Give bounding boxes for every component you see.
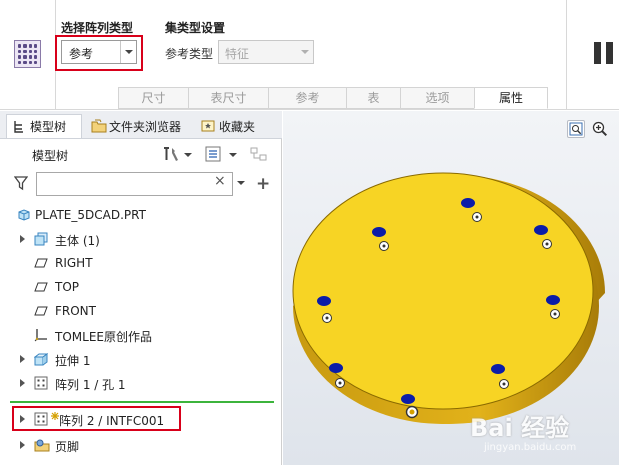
zoom-fit-icon[interactable] bbox=[567, 120, 585, 138]
datum-plane-icon bbox=[34, 256, 48, 270]
tree-item-pattern-1[interactable]: 阵列 1 / 孔 1 bbox=[0, 372, 282, 394]
tree-item-part[interactable]: PLATE_5DCAD.PRT bbox=[0, 204, 282, 226]
tab-favorites-label: 收藏夹 bbox=[219, 119, 256, 134]
tools-icon[interactable] bbox=[162, 146, 178, 162]
tree-item-extrude[interactable]: 拉伸 1 bbox=[0, 348, 282, 370]
tree-item-label: RIGHT bbox=[55, 256, 93, 270]
pattern-type-select[interactable]: 参考 bbox=[61, 40, 137, 64]
navigator-panel: 模型树 文件夹浏览器 收藏夹 模型树 × + PLATE_5DCAD.PRT 主… bbox=[0, 111, 282, 465]
tree-item-label: 主体 (1) bbox=[55, 234, 100, 248]
dashboard-tabs: 尺寸 表尺寸 参考 表 选项 属性 bbox=[118, 87, 548, 109]
footer-icon bbox=[34, 438, 50, 452]
tab-options[interactable]: 选项 bbox=[400, 87, 474, 109]
show-hide-icon[interactable] bbox=[250, 146, 267, 162]
model-tree-header: 模型树 bbox=[0, 141, 282, 167]
pattern-type-label: 选择阵列类型 bbox=[61, 21, 134, 35]
tree-item-right[interactable]: RIGHT bbox=[0, 252, 282, 274]
chevron-down-icon[interactable] bbox=[229, 146, 237, 162]
coordinate-system-icon bbox=[34, 328, 48, 342]
ref-type-select[interactable]: 特征 bbox=[218, 40, 314, 64]
insert-indicator-line[interactable] bbox=[10, 401, 274, 403]
tree-item-label: FRONT bbox=[55, 304, 96, 318]
zoom-in-icon[interactable] bbox=[591, 120, 609, 138]
tab-favorites[interactable]: 收藏夹 bbox=[196, 115, 266, 137]
filter-icon[interactable] bbox=[13, 175, 29, 191]
clear-icon[interactable]: × bbox=[214, 173, 226, 189]
tree-item-body[interactable]: 主体 (1) bbox=[0, 228, 282, 250]
set-type-label: 集类型设置 bbox=[165, 21, 226, 35]
tree-item-label: PLATE_5DCAD.PRT bbox=[35, 208, 146, 222]
tree-item-top[interactable]: TOP bbox=[0, 276, 282, 298]
watermark-logo: Bai 经验 bbox=[470, 414, 570, 442]
extrude-icon bbox=[33, 352, 49, 366]
tree-item-label: TOP bbox=[55, 280, 80, 294]
datum-plane-icon bbox=[34, 280, 48, 294]
pattern-2-highlight bbox=[12, 406, 181, 431]
tree-item-label: 页脚 bbox=[55, 440, 80, 454]
pattern-type-value: 参考 bbox=[69, 47, 94, 61]
tree-item-footer[interactable]: 页脚 bbox=[0, 434, 282, 456]
datum-plane-icon bbox=[34, 304, 48, 318]
model-tree-icon bbox=[12, 120, 26, 134]
chevron-down-icon[interactable] bbox=[120, 41, 136, 63]
ref-type-label: 参考类型 bbox=[165, 47, 214, 61]
pause-area bbox=[566, 0, 619, 110]
watermark-url: jingyan.baidu.com bbox=[484, 442, 577, 453]
tab-references[interactable]: 参考 bbox=[268, 87, 346, 109]
pattern-icon bbox=[14, 40, 41, 68]
tree-item-front[interactable]: FRONT bbox=[0, 300, 282, 322]
expand-arrow-icon[interactable] bbox=[20, 355, 25, 363]
tree-item-label: 阵列 1 / 孔 1 bbox=[55, 378, 126, 392]
tab-dimensions[interactable]: 尺寸 bbox=[118, 87, 188, 109]
tab-table[interactable]: 表 bbox=[346, 87, 400, 109]
ref-type-value: 特征 bbox=[225, 47, 250, 61]
body-icon bbox=[34, 232, 48, 246]
tab-table-dimensions[interactable]: 表尺寸 bbox=[188, 87, 268, 109]
tab-model-tree-label: 模型树 bbox=[30, 120, 67, 134]
folder-icon bbox=[91, 119, 107, 133]
expand-arrow-icon[interactable] bbox=[20, 441, 25, 449]
tab-properties[interactable]: 属性 bbox=[474, 87, 548, 109]
tab-folder-browser-label: 文件夹浏览器 bbox=[109, 119, 182, 134]
tab-model-tree[interactable]: 模型树 bbox=[6, 114, 82, 138]
chevron-down-icon[interactable] bbox=[237, 181, 245, 185]
pattern-dashboard: 选择阵列类型 集类型设置 参考 参考类型 特征 尺寸 表尺寸 参考 表 选项 属… bbox=[0, 0, 619, 110]
tree-item-label: 拉伸 1 bbox=[55, 354, 91, 368]
tree-item-label: TOMLEE原创作品 bbox=[55, 330, 152, 344]
favorites-icon bbox=[201, 119, 215, 133]
pattern-icon bbox=[34, 376, 48, 390]
tree-search-input[interactable] bbox=[36, 172, 233, 196]
part-icon bbox=[17, 208, 31, 222]
tree-item-coordinate-system[interactable]: TOMLEE原创作品 bbox=[0, 324, 282, 346]
chevron-down-icon[interactable] bbox=[184, 146, 192, 162]
navigator-tabs: 模型树 文件夹浏览器 收藏夹 bbox=[0, 111, 282, 139]
tab-folder-browser[interactable]: 文件夹浏览器 bbox=[86, 115, 194, 137]
add-icon[interactable]: + bbox=[256, 174, 270, 194]
settings-list-icon[interactable] bbox=[205, 146, 221, 162]
chevron-down-icon[interactable] bbox=[297, 41, 313, 63]
model-tree-title: 模型树 bbox=[32, 149, 69, 163]
pattern-tool-area bbox=[0, 0, 56, 110]
expand-arrow-icon[interactable] bbox=[20, 235, 25, 243]
expand-arrow-icon[interactable] bbox=[20, 379, 25, 387]
tree-filter-row: × + bbox=[0, 169, 282, 199]
pause-icon[interactable] bbox=[594, 42, 616, 64]
